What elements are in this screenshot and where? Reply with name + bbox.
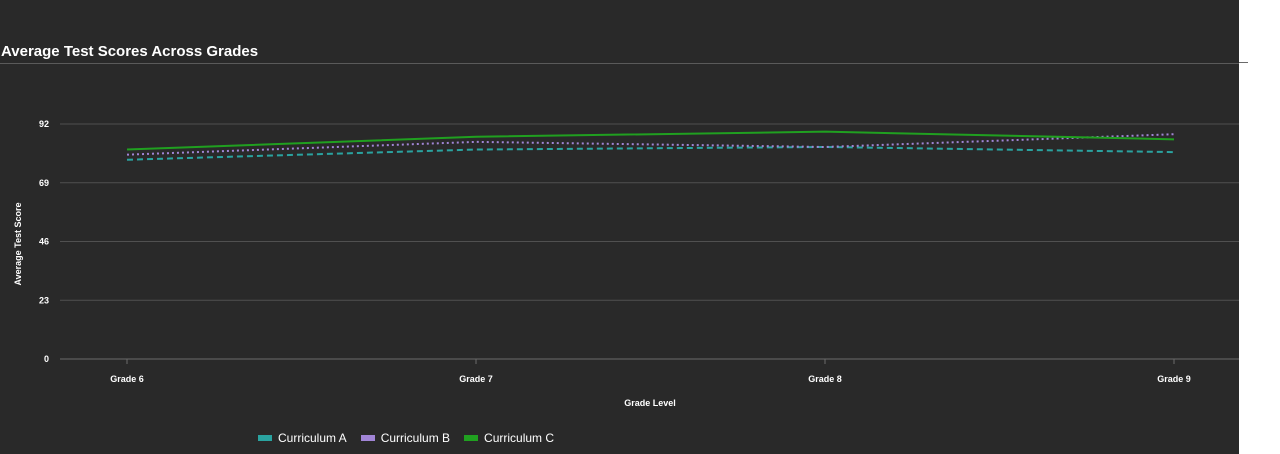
chart-panel: Average Test Scores Across Grades 0 23 46 6… [0, 0, 1239, 454]
y-tick-label: 46 [39, 237, 49, 247]
series-lines [126, 130, 1175, 161]
y-tick-labels: 0 23 46 69 92 [39, 119, 49, 364]
legend-item[interactable]: Curriculum A [258, 431, 347, 445]
grid-lines [60, 123, 1239, 360]
y-tick-label: 23 [39, 295, 49, 305]
y-tick-label: 92 [39, 119, 49, 129]
line-chart: 0 23 46 69 92 Grade 6 Grade 7 Grade 8 Grade 9 A… [13, 119, 1239, 408]
legend-label: Curriculum B [380, 431, 451, 445]
series-line [126, 145, 1175, 161]
legend-swatch [258, 435, 272, 441]
outer-divider [1239, 62, 1248, 63]
legend-item[interactable]: Curriculum C [464, 431, 554, 445]
legend-swatch [360, 435, 375, 441]
y-tick-label: 0 [44, 354, 49, 364]
legend-item[interactable]: Curriculum B [360, 431, 451, 445]
x-tick-label: Grade 6 [110, 374, 144, 384]
x-tick-labels: Grade 6 Grade 7 Grade 8 Grade 9 [110, 359, 1191, 384]
x-tick-label: Grade 8 [808, 374, 842, 384]
legend-label: Curriculum A [278, 431, 347, 445]
legend: Curriculum A Curriculum B Curriculum C [258, 431, 554, 445]
legend-swatch [464, 435, 479, 441]
x-tick-label: Grade 7 [459, 374, 493, 384]
x-axis-title: Grade Level [624, 398, 676, 408]
y-axis-title: Average Test Score [13, 202, 23, 285]
legend-label: Curriculum C [484, 431, 555, 445]
y-tick-label: 69 [39, 178, 49, 188]
x-tick-label: Grade 9 [1157, 374, 1191, 384]
